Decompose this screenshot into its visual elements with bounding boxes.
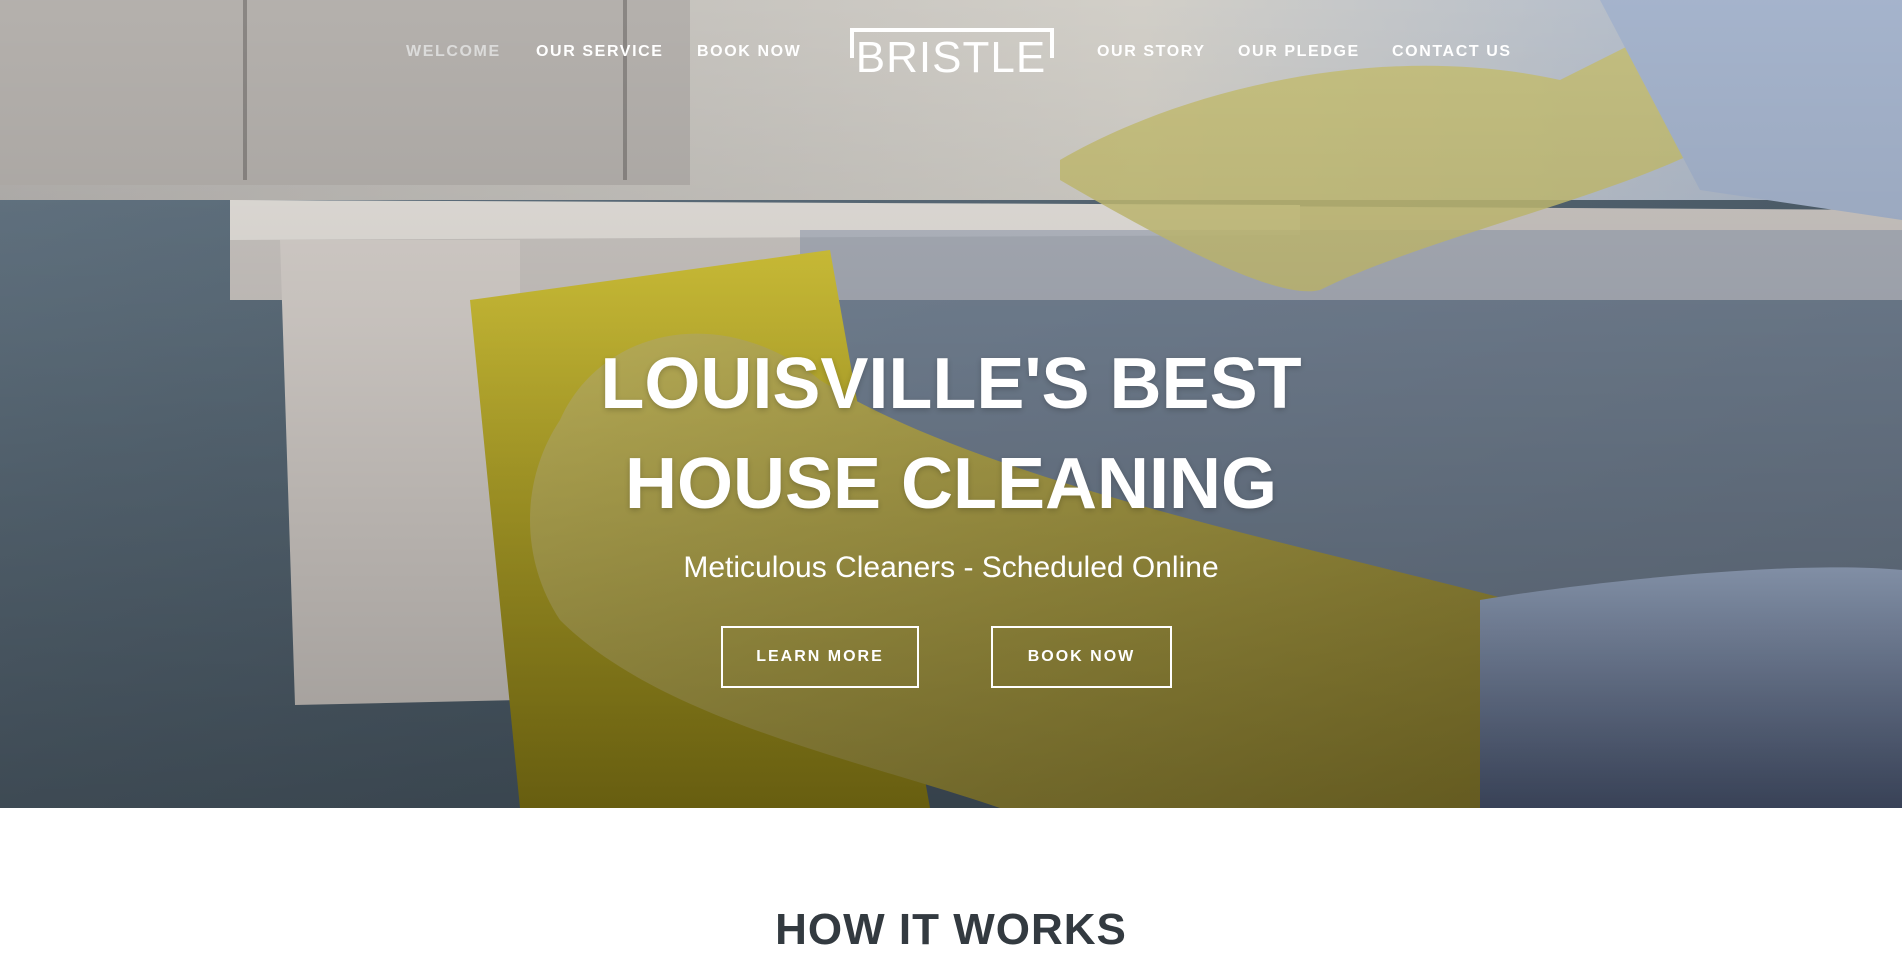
hero-title-line-2: HOUSE CLEANING (624, 444, 1278, 524)
hero-title: LOUISVILLE'S BEST HOUSE CLEANING (451, 334, 1451, 534)
logo-text: BRISTLE (855, 33, 1047, 82)
top-navigation: WELCOME OUR SERVICE BOOK NOW BRISTLE OUR… (0, 0, 1902, 104)
hero-section: WELCOME OUR SERVICE BOOK NOW BRISTLE OUR… (0, 0, 1902, 808)
book-now-button[interactable]: BOOK NOW (991, 626, 1172, 688)
nav-contact-us[interactable]: CONTACT US (1392, 42, 1512, 62)
nav-our-story[interactable]: OUR STORY (1097, 42, 1206, 62)
bristle-logo[interactable]: BRISTLE (850, 28, 1054, 82)
hero-subtitle: Meticulous Cleaners - Scheduled Online (683, 551, 1219, 584)
nav-book-now[interactable]: BOOK NOW (697, 42, 801, 62)
how-it-works-heading: HOW IT WORKS (775, 905, 1127, 954)
nav-our-service[interactable]: OUR SERVICE (536, 42, 664, 62)
nav-welcome[interactable]: WELCOME (406, 42, 501, 62)
hero-title-line-1: LOUISVILLE'S BEST (600, 344, 1302, 424)
nav-our-pledge[interactable]: OUR PLEDGE (1238, 42, 1360, 62)
learn-more-button[interactable]: LEARN MORE (721, 626, 919, 688)
